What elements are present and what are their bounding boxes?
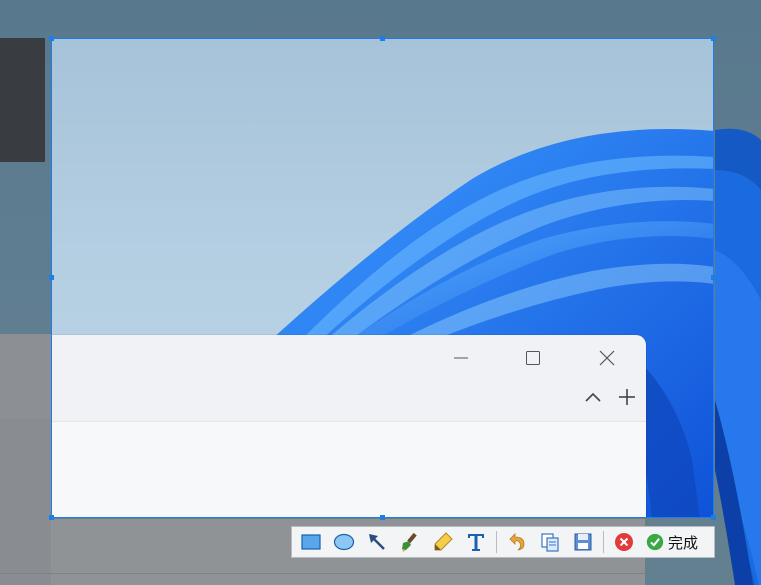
done-button[interactable]: 完成 xyxy=(643,529,700,555)
app-window[interactable] xyxy=(52,335,646,517)
highlighter-icon xyxy=(434,532,453,551)
copy-button[interactable] xyxy=(536,529,564,555)
rectangle-icon xyxy=(301,534,321,550)
cancel-icon xyxy=(615,533,633,551)
brush-icon xyxy=(402,532,417,552)
text-tool-button[interactable] xyxy=(462,529,490,555)
ellipse-tool-button[interactable] xyxy=(330,529,358,555)
minimize-button[interactable] xyxy=(441,343,481,373)
rectangle-tool-button[interactable] xyxy=(297,529,325,555)
divider xyxy=(0,573,645,574)
brush-tool-button[interactable] xyxy=(396,529,424,555)
collapse-button[interactable] xyxy=(581,385,605,409)
new-tab-button[interactable] xyxy=(615,385,639,409)
close-icon xyxy=(599,350,615,366)
copy-icon xyxy=(541,533,559,552)
resize-handle-right[interactable] xyxy=(711,275,716,280)
save-button[interactable] xyxy=(569,529,597,555)
undo-button[interactable] xyxy=(503,529,531,555)
window-content xyxy=(52,421,646,517)
resize-handle-left[interactable] xyxy=(49,275,54,280)
resize-handle-bottom[interactable] xyxy=(380,515,385,520)
resize-handle-top-left[interactable] xyxy=(49,36,54,41)
plus-icon xyxy=(619,389,635,405)
snip-toolbar: 完成 xyxy=(291,526,715,558)
ellipse-icon xyxy=(333,533,355,551)
undo-icon xyxy=(509,533,525,551)
resize-handle-top[interactable] xyxy=(380,36,385,41)
save-icon xyxy=(574,533,592,551)
resize-handle-bottom-right[interactable] xyxy=(711,515,716,520)
background-gray-panel xyxy=(0,334,51,585)
arrow-icon xyxy=(369,534,385,550)
background-strip xyxy=(0,419,51,585)
selection-region[interactable] xyxy=(51,38,714,518)
window-toolbar xyxy=(52,379,646,421)
maximize-button[interactable] xyxy=(513,343,553,373)
resize-handle-top-right[interactable] xyxy=(711,36,716,41)
resize-handle-bottom-left[interactable] xyxy=(49,515,54,520)
arrow-tool-button[interactable] xyxy=(363,529,391,555)
highlighter-tool-button[interactable] xyxy=(429,529,457,555)
text-icon xyxy=(468,534,484,551)
close-button[interactable] xyxy=(587,343,627,373)
chevron-up-icon xyxy=(585,392,601,402)
done-icon xyxy=(646,533,664,551)
toolbar-separator xyxy=(603,531,604,553)
wallpaper-bloom-outside xyxy=(715,0,761,585)
done-label: 完成 xyxy=(668,533,699,552)
cancel-button[interactable] xyxy=(610,529,638,555)
minimize-icon xyxy=(454,357,468,359)
window-titlebar[interactable] xyxy=(52,335,646,379)
toolbar-separator xyxy=(496,531,497,553)
maximize-icon xyxy=(526,351,540,365)
background-dark-window xyxy=(0,38,45,162)
